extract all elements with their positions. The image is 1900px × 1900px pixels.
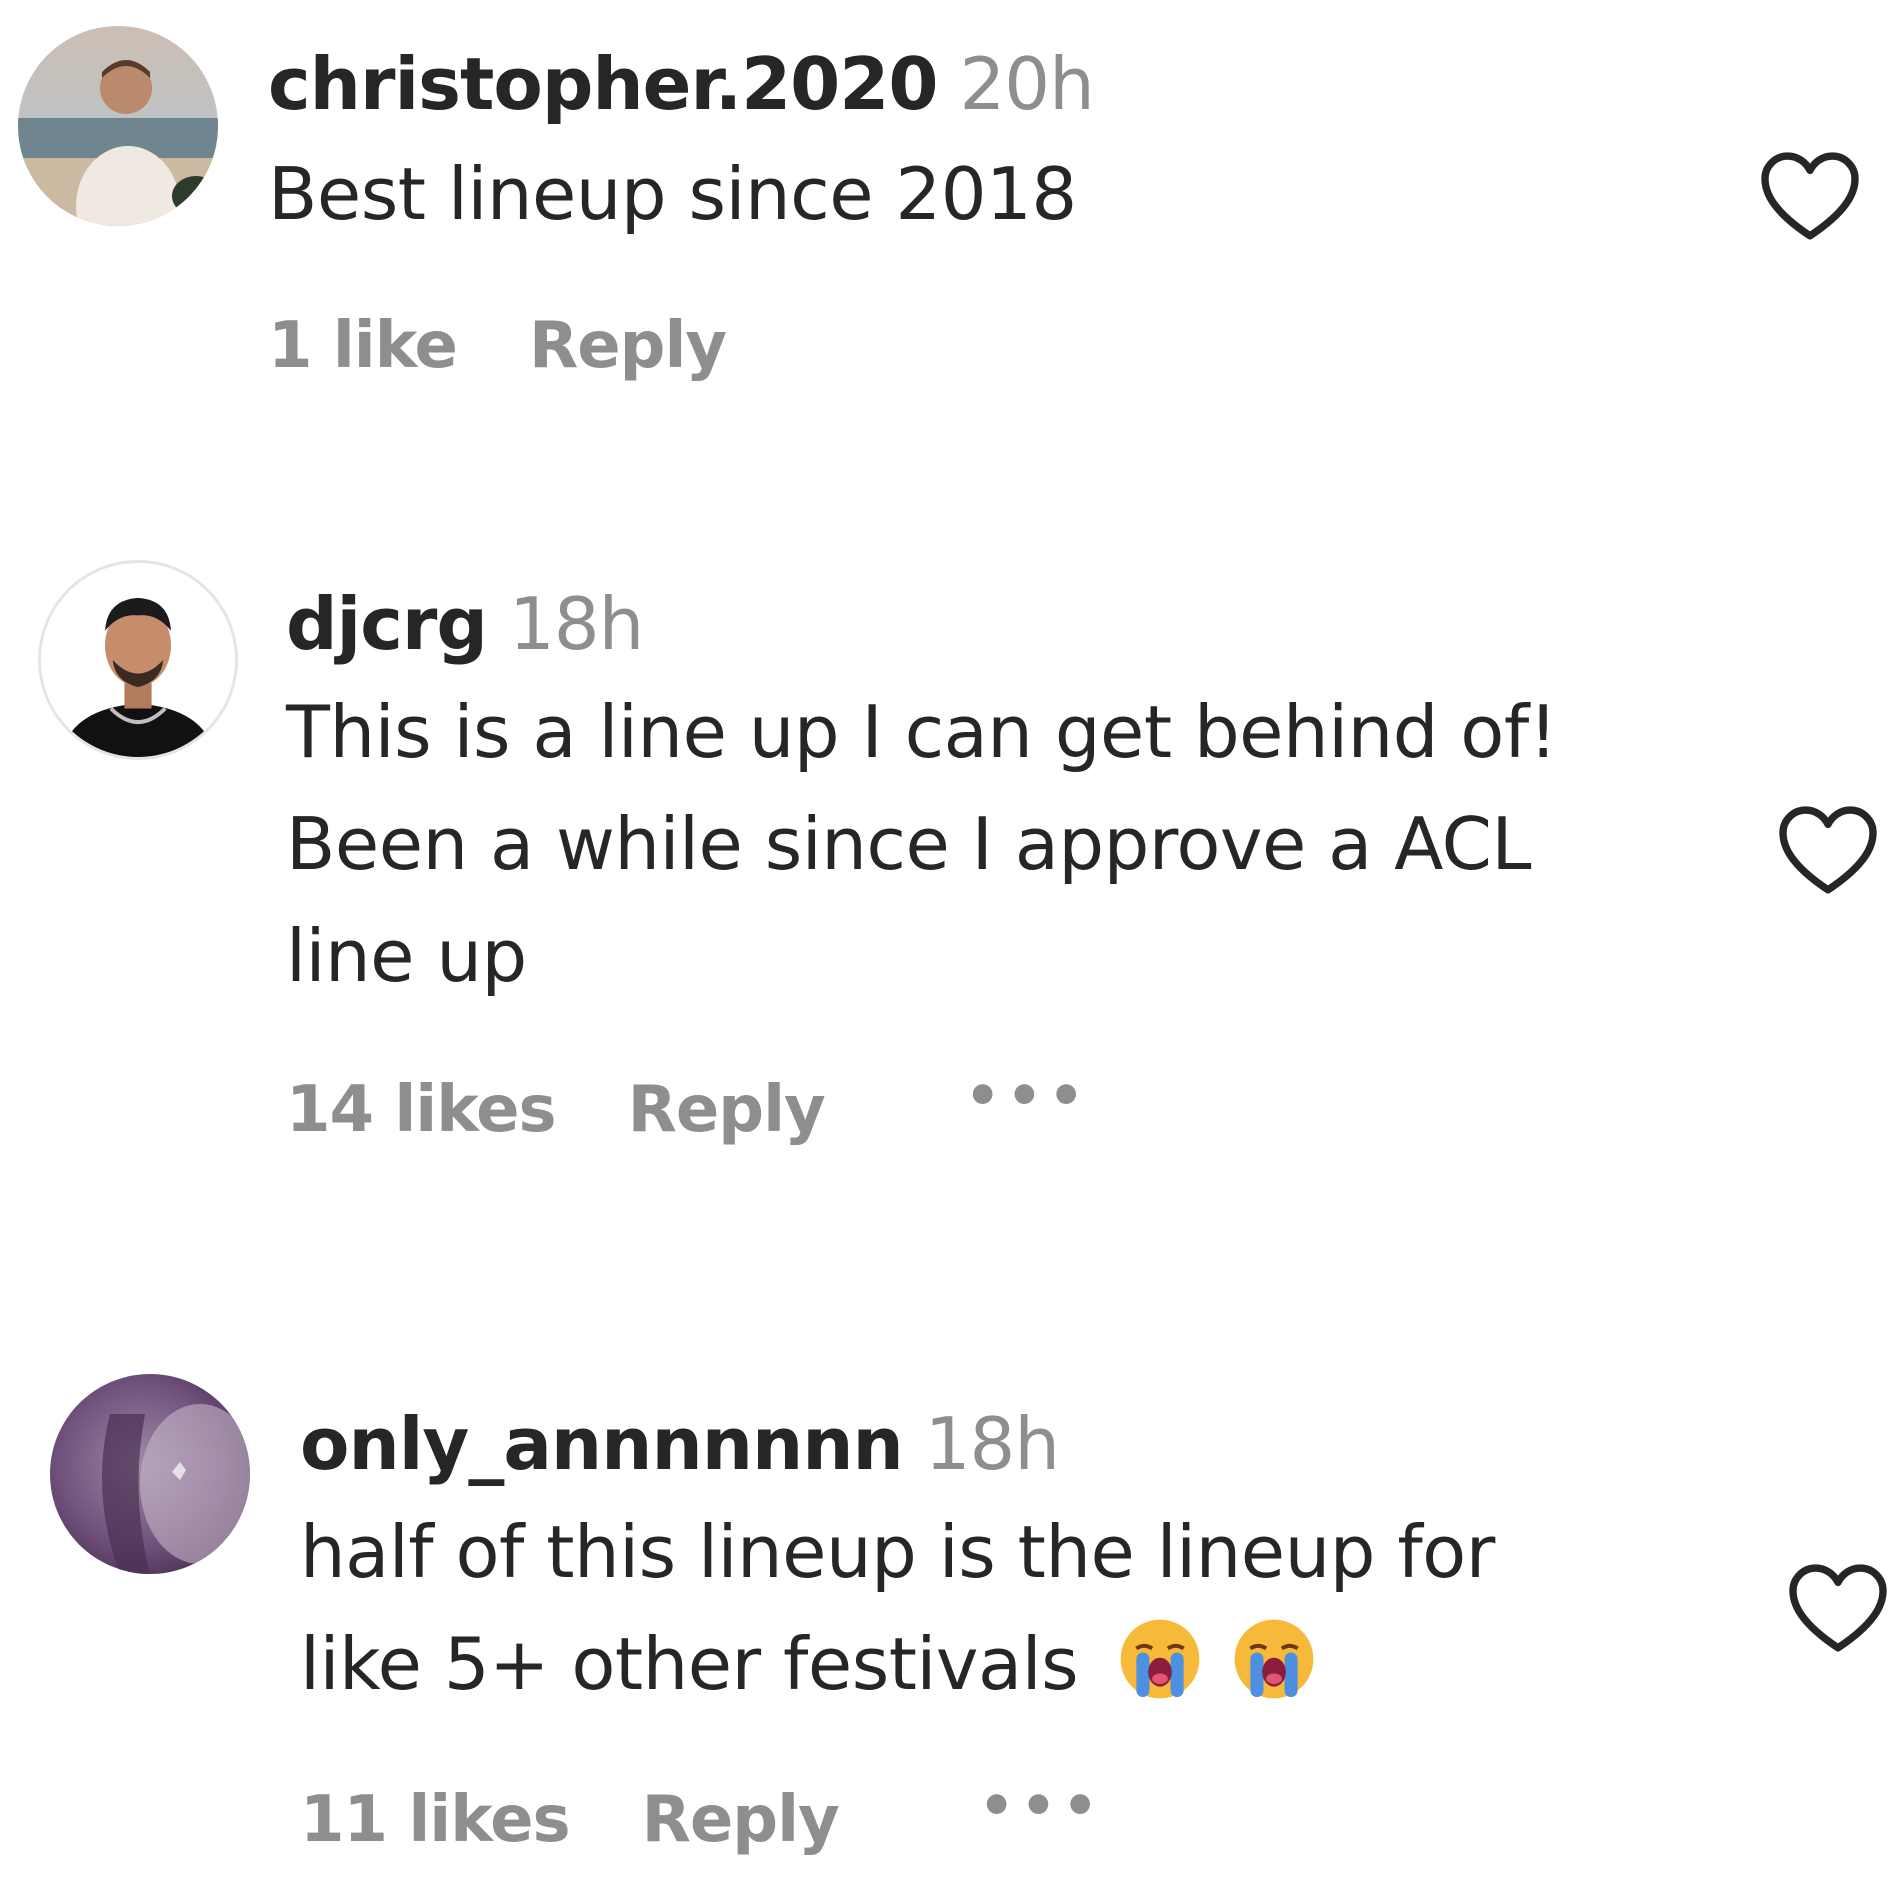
comment-text-line-content: like 5+ other festivals [300, 1622, 1079, 1706]
comment-username[interactable]: djcrg [286, 582, 488, 666]
profile-photo-beach-icon [18, 26, 218, 226]
comment-timestamp: 20h [959, 42, 1094, 126]
comment-text-line: like 5+ other festivals [300, 1608, 1495, 1720]
comment-text-line: Best lineup since 2018 [268, 152, 1077, 236]
reply-button[interactable]: Reply [529, 309, 727, 383]
comment-item: only_annnnnnn 18h half of this lineup is … [0, 1360, 1900, 1900]
avatar[interactable] [18, 26, 218, 226]
loudly-crying-face-emoji-icon [1118, 1617, 1202, 1701]
comment-text-line: line up [286, 914, 527, 998]
more-options-icon[interactable]: ••• [965, 1064, 1090, 1129]
likes-count[interactable]: 1 like [268, 309, 458, 383]
avatar[interactable] [50, 1374, 250, 1574]
like-heart-icon[interactable] [1778, 806, 1878, 896]
comment-item: christopher.2020 20h Best lineup since 20… [0, 0, 1900, 460]
profile-photo-man-icon [41, 563, 235, 757]
likes-count[interactable]: 11 likes [300, 1783, 571, 1857]
comment-text-line: This is a line up I can get behind of! [286, 690, 1558, 774]
loudly-crying-face-emoji-icon [1232, 1617, 1316, 1701]
like-heart-icon[interactable] [1760, 152, 1860, 242]
comment-text: Best lineup since 2018 [268, 138, 1094, 250]
profile-photo-purple-icon [50, 1374, 250, 1574]
reply-button[interactable]: Reply [628, 1073, 826, 1147]
comment-text-line: half of this lineup is the lineup for [300, 1510, 1495, 1594]
reply-button[interactable]: Reply [642, 1783, 840, 1857]
comment-timestamp: 18h [508, 582, 644, 666]
comment-timestamp: 18h [924, 1402, 1060, 1486]
comment-username[interactable]: christopher.2020 [268, 42, 938, 126]
comment-text: half of this lineup is the lineup for li… [300, 1496, 1495, 1720]
comment-username[interactable]: only_annnnnnn [300, 1402, 904, 1486]
more-options-icon[interactable]: ••• [979, 1774, 1104, 1839]
comment-text: This is a line up I can get behind of! B… [286, 676, 1558, 1012]
like-heart-icon[interactable] [1788, 1564, 1888, 1654]
likes-count[interactable]: 14 likes [286, 1073, 557, 1147]
avatar[interactable] [38, 560, 238, 760]
comment-text-line: Been a while since I approve a ACL [286, 802, 1532, 886]
comment-item: djcrg 18h This is a line up I can get beh… [0, 540, 1900, 1180]
